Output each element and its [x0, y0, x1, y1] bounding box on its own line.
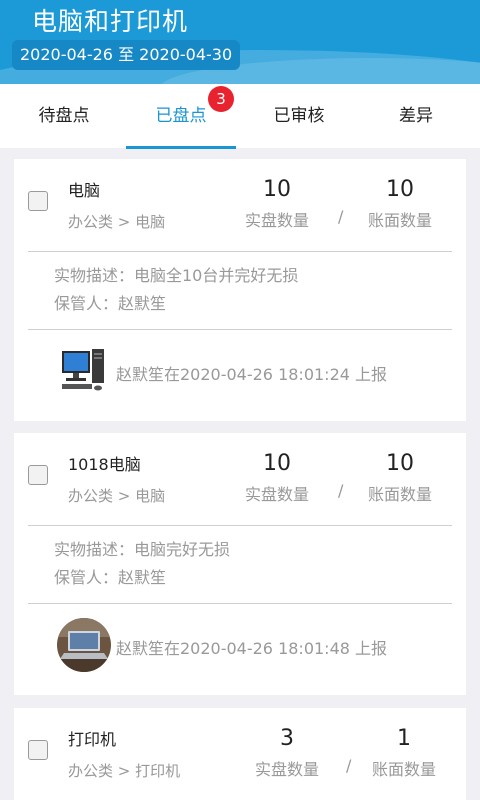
tab-difference[interactable]: 差异: [356, 84, 476, 148]
item-category: 办公类 > 电脑: [68, 487, 166, 505]
date-range-badge: 2020-04-26 至 2020-04-30: [12, 40, 241, 70]
tab-active-indicator: [126, 146, 236, 149]
divider: [28, 251, 452, 252]
item-category: 办公类 > 电脑: [68, 213, 166, 231]
actual-quantity-label: 实盘数量: [254, 760, 319, 779]
actual-quantity: 3: [280, 726, 294, 751]
item-checkbox[interactable]: [28, 191, 48, 211]
item-checkbox[interactable]: [28, 465, 48, 485]
actual-quantity: 10: [263, 177, 291, 202]
inventory-card: 1018电脑 办公类 > 电脑 10 实盘数量 / 10 账面数量 实物描述：电…: [14, 433, 466, 695]
divider: [28, 525, 452, 526]
actual-quantity: 10: [263, 451, 291, 476]
item-name: 打印机: [68, 730, 117, 749]
book-quantity-label: 账面数量: [367, 211, 432, 230]
divider: [28, 603, 452, 604]
item-name: 电脑: [68, 181, 101, 200]
report-info: 赵默笙在2020-04-26 18:01:24 上报: [116, 365, 388, 384]
item-description: 实物描述：电脑全10台并完好无损: [54, 266, 299, 285]
item-description: 实物描述：电脑完好无损: [54, 540, 231, 559]
item-checkbox[interactable]: [28, 740, 48, 760]
separator: /: [338, 481, 344, 500]
tab-pending[interactable]: 待盘点: [4, 84, 124, 148]
report-info: 赵默笙在2020-04-26 18:01:48 上报: [116, 639, 388, 658]
book-quantity: 1: [397, 726, 411, 751]
page-title: 电脑和打印机: [32, 7, 189, 36]
tab-reviewed[interactable]: 已审核: [239, 84, 359, 148]
separator: /: [338, 207, 344, 226]
inventory-card: 打印机 办公类 > 打印机 3 实盘数量 / 1 账面数量: [14, 708, 466, 800]
count-badge: 3: [208, 86, 234, 112]
book-quantity-label: 账面数量: [367, 485, 432, 504]
item-name: 1018电脑: [68, 455, 141, 474]
item-category: 办公类 > 打印机: [68, 762, 181, 780]
book-quantity-label: 账面数量: [371, 760, 436, 779]
header: 电脑和打印机 2020-04-26 至 2020-04-30: [0, 0, 480, 84]
item-keeper: 保管人：赵默笙: [54, 294, 167, 313]
inventory-card: 电脑 办公类 > 电脑 10 实盘数量 / 10 账面数量 实物描述：电脑全10…: [14, 159, 466, 421]
laptop-photo-icon[interactable]: [56, 617, 112, 673]
tab-bar: 待盘点 已盘点 已审核 差异: [0, 84, 480, 148]
actual-quantity-label: 实盘数量: [244, 485, 309, 504]
book-quantity: 10: [386, 451, 414, 476]
divider: [28, 329, 452, 330]
book-quantity: 10: [386, 177, 414, 202]
actual-quantity-label: 实盘数量: [244, 211, 309, 230]
desktop-computer-icon[interactable]: [56, 343, 112, 399]
item-keeper: 保管人：赵默笙: [54, 568, 167, 587]
